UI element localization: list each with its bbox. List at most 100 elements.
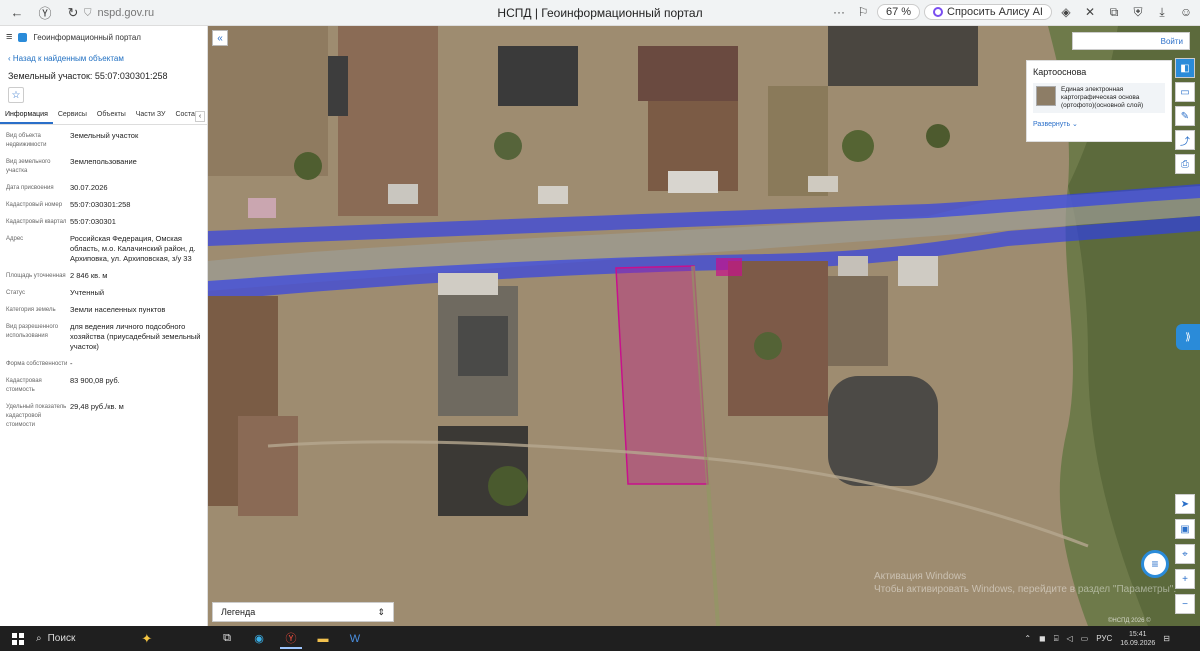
taskbar-search[interactable]: ⌕ Поиск ✦ xyxy=(36,629,206,649)
attr-value: Земельный участок xyxy=(70,131,139,140)
activation-watermark: Активация Windows Чтобы активировать Win… xyxy=(874,570,1176,596)
task-view-icon[interactable]: ⧉ xyxy=(216,629,238,649)
system-tray: ⌃ ◼ ⌸ ◁ ▭ РУС 15:41 16.09.2026 ⊟ xyxy=(1024,626,1170,651)
portal-logo-icon xyxy=(18,32,28,42)
battery-icon[interactable]: ▭ xyxy=(1081,634,1089,643)
word-icon[interactable]: W xyxy=(344,629,366,649)
back-link[interactable]: ‹ Назад к найденным объектам xyxy=(0,48,207,69)
tray-chevron-icon[interactable]: ⌃ xyxy=(1024,634,1031,643)
attr-key: Категория земель xyxy=(6,307,56,313)
screen-icon[interactable]: ▣ xyxy=(1175,519,1195,539)
tab-objects[interactable]: Объекты xyxy=(92,109,131,124)
list-item: Статус Учтенный xyxy=(6,288,201,298)
shield-icon[interactable]: ⛨ xyxy=(1128,2,1148,22)
attr-key: Кадастровый номер xyxy=(6,202,63,208)
back-link-label: Назад к найденным объектам xyxy=(12,54,124,63)
alice-label: Спросить Алису AI xyxy=(947,6,1043,18)
attr-key: Адрес xyxy=(6,236,24,242)
basemap-layer-item[interactable]: Единая электронная картографическая осно… xyxy=(1033,83,1165,113)
antivirus-icon[interactable]: ◼ xyxy=(1039,634,1046,643)
file-explorer-icon[interactable]: ▬ xyxy=(312,629,334,649)
notifications-icon[interactable]: ⊟ xyxy=(1163,634,1170,643)
info-tabs: Информация Сервисы Объекты Части ЗУ Сост… xyxy=(0,109,207,125)
list-item: Категория земель Земли населенных пунктов xyxy=(6,305,201,315)
list-item: Удельный показатель кадастровой стоимост… xyxy=(6,402,201,430)
list-item: Кадастровый номер 55:07:030301:258 xyxy=(6,200,201,210)
legend-label: Легенда xyxy=(221,607,256,617)
attr-key: Кадастровая стоимость xyxy=(6,378,42,393)
taskbar-search-label: Поиск xyxy=(47,633,76,644)
yandex-browser-icon[interactable]: Ⓨ xyxy=(280,629,302,649)
layer-name: Единая электронная картографическая осно… xyxy=(1061,86,1144,109)
object-title: Земельный участок: 55:07:030301:258 xyxy=(8,71,168,81)
yandex-icon[interactable]: Ⓨ xyxy=(34,2,56,24)
pin-icon[interactable]: ⌖ xyxy=(1175,544,1195,564)
clock[interactable]: 15:41 16.09.2026 xyxy=(1120,630,1155,648)
puzzle-icon[interactable]: ⧉ xyxy=(1104,2,1124,22)
zoom-out-icon[interactable]: − xyxy=(1175,594,1195,614)
side-panel-tab[interactable]: ⟫ xyxy=(1176,324,1200,350)
sparkle-icon: ✦ xyxy=(141,630,153,646)
network-icon[interactable]: ⌸ xyxy=(1054,634,1059,644)
attr-value: 29,48 руб./кв. м xyxy=(70,402,124,411)
attr-value: 30.07.2026 xyxy=(70,183,108,192)
ruler-icon[interactable]: ▭ xyxy=(1175,82,1195,102)
list-item: Кадастровая стоимость 83 900,08 руб. xyxy=(6,376,201,395)
edge-icon[interactable]: ◉ xyxy=(248,629,270,649)
layers-icon[interactable]: ◧ xyxy=(1175,58,1195,78)
expand-link[interactable]: Развернуть ⌄ xyxy=(1033,120,1165,128)
watermark-line2: Чтобы активировать Windows, перейдите в … xyxy=(874,584,1177,595)
zoom-in-icon[interactable]: + xyxy=(1175,569,1195,589)
attr-value: 55:07:030301:258 xyxy=(70,200,131,209)
bookmark-icon[interactable]: ⚐ xyxy=(853,2,873,22)
info-sidebar: ≡ Геоинформационный портал ‹ Назад к най… xyxy=(0,26,208,626)
collapse-sidebar-button[interactable]: « xyxy=(212,30,228,46)
draw-icon[interactable]: ✎ xyxy=(1175,106,1195,126)
zoom-indicator[interactable]: 67 % xyxy=(876,4,921,20)
attr-value: - xyxy=(70,359,73,368)
download-icon[interactable]: ⤓ xyxy=(1152,2,1172,22)
list-item: Вид земельного участка Землепользование xyxy=(6,157,201,176)
share-icon[interactable]: ⤴ xyxy=(1175,130,1195,150)
print-icon[interactable]: ⎙ xyxy=(1175,154,1195,174)
windows-start-icon[interactable] xyxy=(12,632,24,645)
tab-services[interactable]: Сервисы xyxy=(53,109,92,124)
clock-time: 15:41 xyxy=(1129,630,1147,638)
more-icon[interactable]: ··· xyxy=(829,2,849,22)
attr-key: Площадь уточненная xyxy=(6,273,66,279)
attr-value: 2 846 кв. м xyxy=(70,271,108,280)
favorite-star-icon[interactable]: ☆ xyxy=(8,87,24,103)
legend-dropdown[interactable]: Легенда ⇕ xyxy=(212,602,394,622)
attr-value: Землепользование xyxy=(70,157,137,166)
lock-icon: ⛉ xyxy=(84,7,92,19)
alice-icon xyxy=(933,7,944,17)
attr-value: Российская Федерация, Омская область, м.… xyxy=(70,234,196,263)
profile-icon[interactable]: ☺ xyxy=(1176,2,1196,22)
reload-icon[interactable]: ↻ xyxy=(62,2,84,24)
tab-info[interactable]: Информация xyxy=(0,109,53,124)
list-item: Дата присвоения 30.07.2026 xyxy=(6,183,201,193)
basemap-panel: Картооснова Единая электронная картограф… xyxy=(1026,60,1172,142)
locate-icon[interactable]: ➤ xyxy=(1175,494,1195,514)
back-arrow-icon[interactable]: ← xyxy=(6,2,28,24)
list-item: Вид объекта недвижимости Земельный участо… xyxy=(6,131,201,150)
list-item: Кадастровый квартал 55:07:030301 xyxy=(6,217,201,227)
menu-icon[interactable]: ≡ xyxy=(6,31,12,43)
login-button[interactable]: Войти xyxy=(1072,32,1190,50)
tools-icon[interactable]: ✕ xyxy=(1080,2,1100,22)
alice-button[interactable]: Спросить Алису AI xyxy=(924,4,1052,20)
language-indicator[interactable]: РУС xyxy=(1096,634,1112,643)
attr-key: Удельный показатель кадастровой стоимост… xyxy=(6,404,67,428)
list-item: Адрес Российская Федерация, Омская област… xyxy=(6,234,201,264)
map-canvas[interactable]: « Войти Картооснова Единая электронная к… xyxy=(208,26,1200,626)
extension-icon[interactable]: ◈ xyxy=(1056,2,1076,22)
attributes-list: Вид объекта недвижимости Земельный участо… xyxy=(0,125,207,443)
sidebar-header: ≡ Геоинформационный портал xyxy=(0,26,207,48)
address-bar[interactable]: ⛉ nspd.gov.ru xyxy=(84,4,154,22)
tab-parts[interactable]: Части ЗУ xyxy=(131,109,171,124)
attr-key: Кадастровый квартал xyxy=(6,219,67,225)
tabs-scroll-icon[interactable]: ‹ xyxy=(195,111,205,122)
list-item: Вид разрешенного использования для ведени… xyxy=(6,322,201,352)
volume-icon[interactable]: ◁ xyxy=(1067,634,1073,643)
basemap-title: Картооснова xyxy=(1033,67,1087,77)
